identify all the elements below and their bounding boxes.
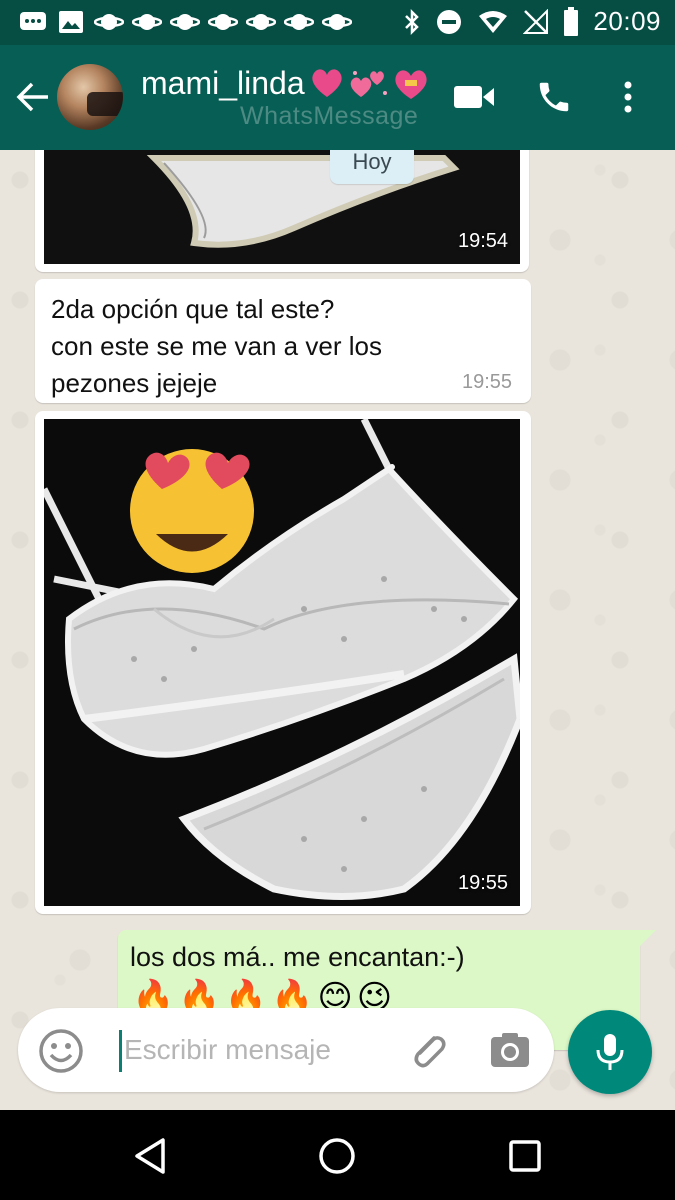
planet-icon: [208, 8, 238, 36]
heart-eyes-sticker: [130, 449, 254, 573]
chat-header: mami_linda WhatsMessage: [0, 45, 675, 150]
system-icons: 20:09: [403, 6, 661, 37]
status-bar: 20:09: [0, 0, 675, 45]
sparkle-hearts-icon: [350, 70, 387, 97]
message-text: 2da opción que tal este? con este se me …: [51, 294, 382, 398]
planet-icon: [132, 8, 162, 36]
planet-icon: [246, 8, 276, 36]
video-call-button[interactable]: [452, 75, 496, 119]
nav-back-icon: [135, 1138, 165, 1174]
video-call-icon: [454, 86, 494, 108]
attach-icon[interactable]: [406, 1028, 450, 1072]
contact-name-text: mami_linda: [141, 65, 305, 101]
notification-icons: [18, 8, 352, 36]
watermark: WhatsMessage: [240, 102, 419, 130]
nav-home-button[interactable]: [315, 1134, 359, 1178]
contact-name[interactable]: mami_linda: [141, 65, 431, 102]
text-cursor: [119, 1030, 122, 1072]
more-options-icon: [624, 81, 632, 113]
chat-notification-icon: [18, 8, 48, 36]
back-arrow-icon[interactable]: [14, 79, 54, 115]
message-time: 19:55: [462, 371, 513, 393]
message-input[interactable]: [124, 1022, 404, 1078]
lingerie-photo: [44, 150, 520, 264]
clock: 20:09: [593, 6, 661, 36]
emoji-icon[interactable]: [38, 1028, 84, 1074]
voice-call-button[interactable]: [532, 75, 576, 119]
do-not-disturb-icon: [437, 9, 462, 34]
image-notification-icon: [56, 8, 86, 36]
nav-recents-icon: [509, 1140, 541, 1172]
planet-icon: [94, 8, 124, 36]
planet-icon: [284, 8, 314, 36]
wifi-icon: [479, 10, 508, 33]
heart-ribbon-icon: [395, 69, 427, 99]
photo[interactable]: [44, 419, 520, 906]
nav-recents-button[interactable]: [503, 1134, 547, 1178]
day-label: Hoy: [330, 150, 414, 184]
lingerie-photo: [44, 419, 520, 906]
text-message[interactable]: 2da opción que tal este? con este se me …: [35, 279, 531, 403]
message-time: 19:55: [458, 872, 509, 894]
more-options-button[interactable]: [606, 75, 650, 119]
mic-icon: [596, 1034, 624, 1070]
photo[interactable]: [44, 150, 520, 264]
bluetooth-icon: [405, 8, 420, 35]
message-composer: [18, 1008, 554, 1092]
nav-back-button[interactable]: [128, 1134, 172, 1178]
system-navigation-bar: [0, 1110, 675, 1200]
avatar[interactable]: [57, 64, 123, 130]
chat-area[interactable]: Hoy 19:54 2da opción que tal este? con e…: [0, 150, 675, 1110]
nav-home-icon: [319, 1138, 355, 1174]
camera-icon[interactable]: [488, 1028, 532, 1072]
name-emojis: [309, 67, 431, 101]
battery-icon: [564, 6, 579, 36]
no-signal-icon: [523, 8, 549, 34]
phone-icon: [539, 82, 569, 112]
image-message[interactable]: Hoy 19:54: [35, 150, 529, 272]
planet-icon: [322, 8, 352, 36]
mic-button[interactable]: [568, 1010, 652, 1094]
image-message[interactable]: 19:55: [35, 411, 531, 914]
message-text: los dos má.. me encantan:-): [130, 942, 465, 972]
message-time: 19:54: [458, 230, 509, 252]
planet-icon: [170, 8, 200, 36]
heart-icon: [311, 68, 342, 97]
